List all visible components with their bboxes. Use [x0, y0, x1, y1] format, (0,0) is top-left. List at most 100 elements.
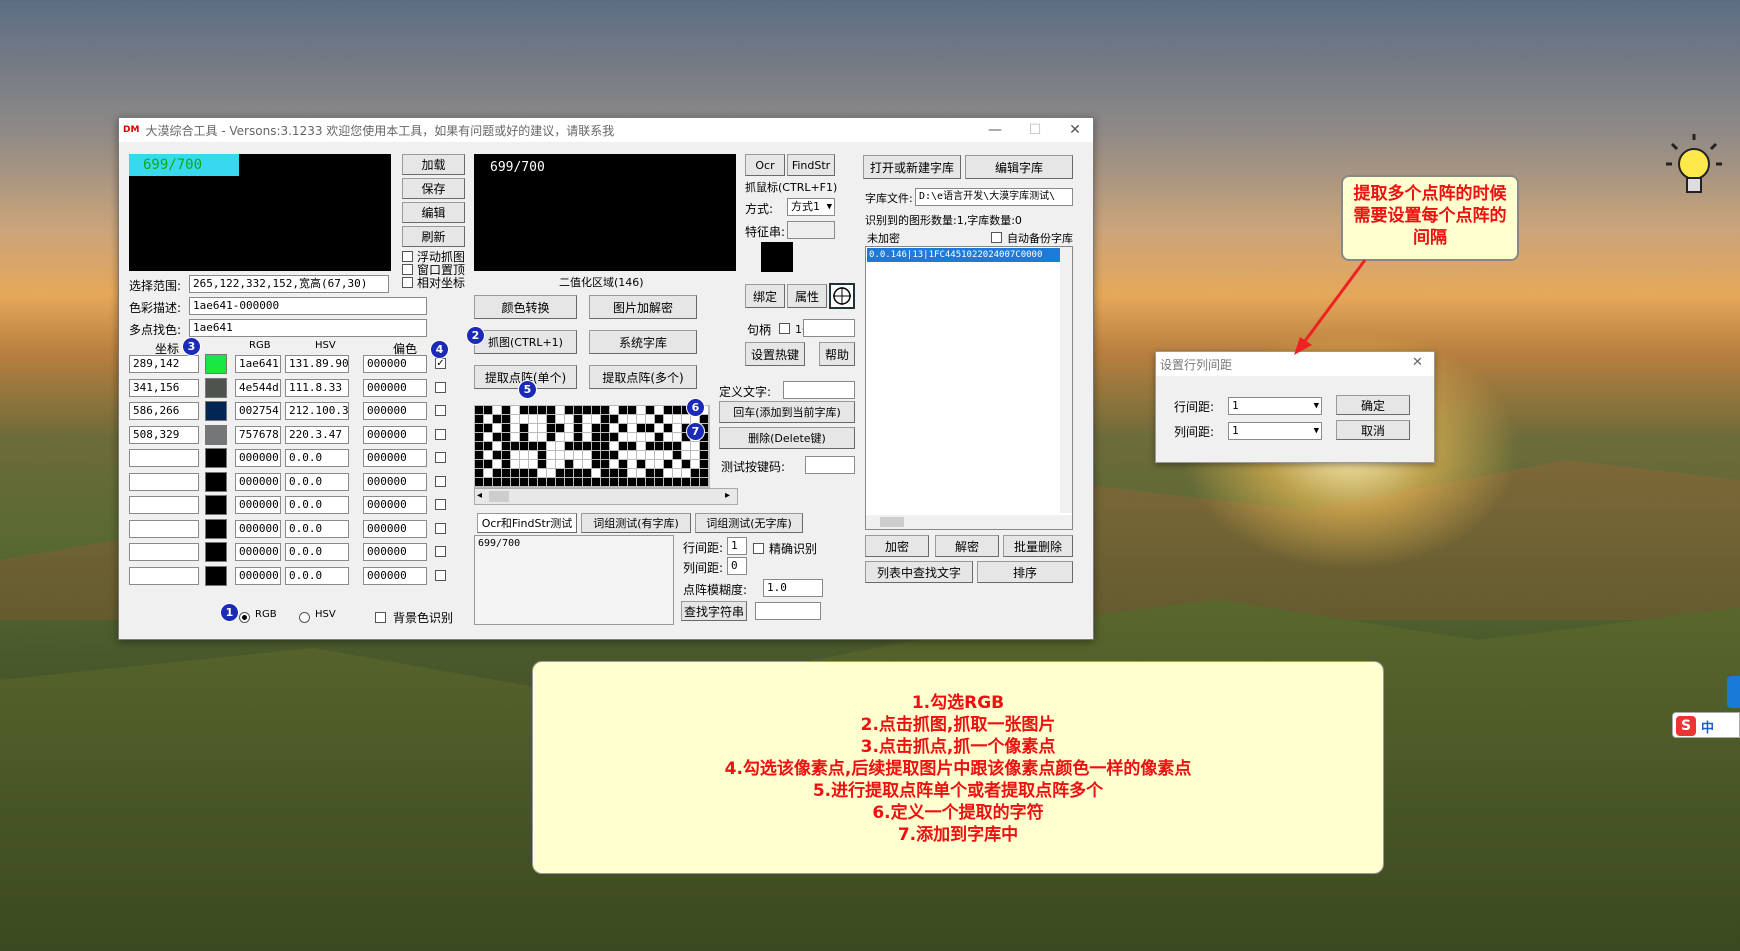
minimize-button[interactable]: — [975, 118, 1015, 142]
offset-field[interactable]: 000000 [363, 566, 427, 585]
hsv-field[interactable]: 0.0.0 [285, 472, 349, 491]
coord-field[interactable] [129, 543, 199, 561]
coord-field[interactable] [129, 566, 199, 585]
dialog-row-select[interactable]: 1 ▼ [1228, 397, 1322, 415]
maximize-button[interactable]: ☐ [1015, 118, 1055, 142]
coord-field[interactable]: 341,156 [129, 378, 199, 397]
rgb-field[interactable]: 000000 [235, 519, 281, 538]
multi-color-field[interactable]: 1ae641 [189, 319, 427, 337]
method-select[interactable]: 方式1 ▼ [787, 198, 835, 216]
row-checkbox[interactable] [435, 405, 446, 416]
ime-toolbar[interactable]: S 中 [1672, 712, 1740, 738]
hsv-field[interactable]: 0.0.0 [285, 543, 349, 561]
row-checkbox[interactable] [435, 381, 446, 393]
hsv-field[interactable]: 212.100.33 [285, 402, 349, 420]
edit-button[interactable]: 编辑 [402, 202, 465, 223]
rgb-field[interactable]: 000000 [235, 449, 281, 467]
color-swatch[interactable] [205, 354, 227, 374]
find-string-field[interactable] [755, 602, 821, 620]
title-bar[interactable]: DM 大漠综合工具 - Versons:3.1233 欢迎您使用本工具，如果有问… [119, 118, 1093, 142]
capture-preview[interactable]: 699/700 [129, 154, 391, 271]
rgb-field[interactable]: 1ae641 [235, 355, 281, 373]
bind-button[interactable]: 绑定 [745, 284, 785, 308]
row-checkbox[interactable] [435, 546, 446, 557]
scroll-right-icon[interactable]: ▸ [725, 490, 730, 501]
image-encrypt-button[interactable]: 图片加解密 [589, 295, 697, 319]
rgb-field[interactable]: 000000 [235, 496, 281, 514]
encrypt-button[interactable]: 加密 [865, 535, 929, 557]
system-lib-button[interactable]: 系统字库 [589, 330, 697, 354]
feature-field[interactable] [787, 221, 835, 239]
offset-field[interactable]: 000000 [363, 378, 427, 397]
color-swatch[interactable] [205, 448, 227, 468]
offset-field[interactable]: 000000 [363, 519, 427, 538]
row-checkbox[interactable] [435, 522, 446, 534]
hsv-field[interactable]: 0.0.0 [285, 519, 349, 538]
row-checkbox[interactable] [435, 499, 446, 510]
coord-field[interactable]: 289,142 [129, 355, 199, 373]
row-checkbox[interactable] [435, 569, 446, 581]
test-output-area[interactable]: 699/700 [474, 535, 674, 625]
dialog-title[interactable]: 设置行列间距 [1156, 352, 1434, 376]
dialog-close-icon[interactable]: ✕ [1412, 355, 1423, 370]
edit-lib-button[interactable]: 编辑字库 [965, 155, 1073, 179]
delete-button[interactable]: 删除(Delete键) [719, 427, 855, 449]
capture-button[interactable]: 抓图(CTRL+1) [474, 330, 577, 354]
offset-field[interactable]: 000000 [363, 496, 427, 514]
topmost-checkbox[interactable] [402, 264, 413, 275]
lib-list[interactable]: 0.0.146|13|1FC4451022024007C0000 [865, 246, 1073, 530]
attr-button[interactable]: 属性 [787, 284, 827, 308]
dialog-col-select[interactable]: 1 ▼ [1228, 422, 1322, 440]
color-swatch[interactable] [205, 401, 227, 421]
hsv-field[interactable]: 111.8.33 [285, 378, 349, 397]
test-key-field[interactable] [805, 456, 855, 474]
coord-field[interactable] [129, 449, 199, 467]
dot-matrix-grid[interactable] [474, 405, 710, 488]
batch-delete-button[interactable]: 批量删除 [1003, 535, 1073, 557]
precise-checkbox[interactable] [753, 543, 764, 554]
refresh-button[interactable]: 刷新 [402, 226, 465, 247]
list-item[interactable]: 0.0.146|13|1FC4451022024007C0000 [867, 248, 1063, 262]
dialog-ok-button[interactable]: 确定 [1336, 395, 1410, 415]
color-swatch[interactable] [205, 542, 227, 562]
color-swatch[interactable] [205, 424, 227, 445]
load-button[interactable]: 加载 [402, 154, 465, 175]
dialog-cancel-button[interactable]: 取消 [1336, 420, 1410, 440]
scroll-thumb[interactable] [489, 491, 509, 502]
save-button[interactable]: 保存 [402, 178, 465, 199]
color-desc-field[interactable]: 1ae641-000000 [189, 297, 427, 315]
rgb-field[interactable]: 000000 [235, 543, 281, 561]
find-string-button[interactable]: 查找字符串 [681, 601, 747, 621]
list-hscrollbar[interactable] [866, 515, 1072, 529]
row-checkbox[interactable] [435, 428, 446, 440]
float-capture-checkbox[interactable] [402, 251, 413, 262]
hsv-radio[interactable] [299, 612, 310, 623]
lib-file-field[interactable]: D:\e语言开发\大漠字库测试\ [915, 188, 1073, 206]
sort-button[interactable]: 排序 [977, 561, 1073, 583]
offset-field[interactable]: 000000 [363, 402, 427, 420]
rgb-field[interactable]: 757678 [235, 425, 281, 444]
row-checkbox[interactable]: ✓ [435, 358, 446, 369]
list-vscrollbar[interactable] [1060, 247, 1072, 513]
tab-phrase-with-lib[interactable]: 词组测试(有字库) [581, 513, 691, 533]
coord-field[interactable] [129, 496, 199, 514]
color-swatch[interactable] [205, 518, 227, 539]
rgb-field[interactable]: 000000 [235, 566, 281, 585]
offset-field[interactable]: 000000 [363, 449, 427, 467]
coord-field[interactable]: 508,329 [129, 425, 199, 444]
crosshair-icon[interactable] [829, 283, 855, 309]
col-spacing-field[interactable]: 0 [727, 557, 747, 575]
tab-phrase-no-lib[interactable]: 词组测试(无字库) [695, 513, 803, 533]
select-range-field[interactable]: 265,122,332,152,宽高(67,30) [189, 275, 389, 293]
hsv-field[interactable]: 0.0.0 [285, 449, 349, 467]
coord-field[interactable]: 586,266 [129, 402, 199, 420]
hsv-field[interactable]: 131.89.90 [285, 355, 349, 373]
bg-color-checkbox[interactable] [375, 612, 386, 623]
row-checkbox[interactable] [435, 475, 446, 487]
hex-checkbox[interactable] [779, 323, 790, 334]
auto-backup-checkbox[interactable] [991, 232, 1002, 243]
hsv-field[interactable]: 0.0.0 [285, 566, 349, 585]
color-swatch[interactable] [205, 565, 227, 586]
findstr-button[interactable]: FindStr [787, 154, 835, 176]
rgb-radio[interactable] [239, 612, 250, 623]
